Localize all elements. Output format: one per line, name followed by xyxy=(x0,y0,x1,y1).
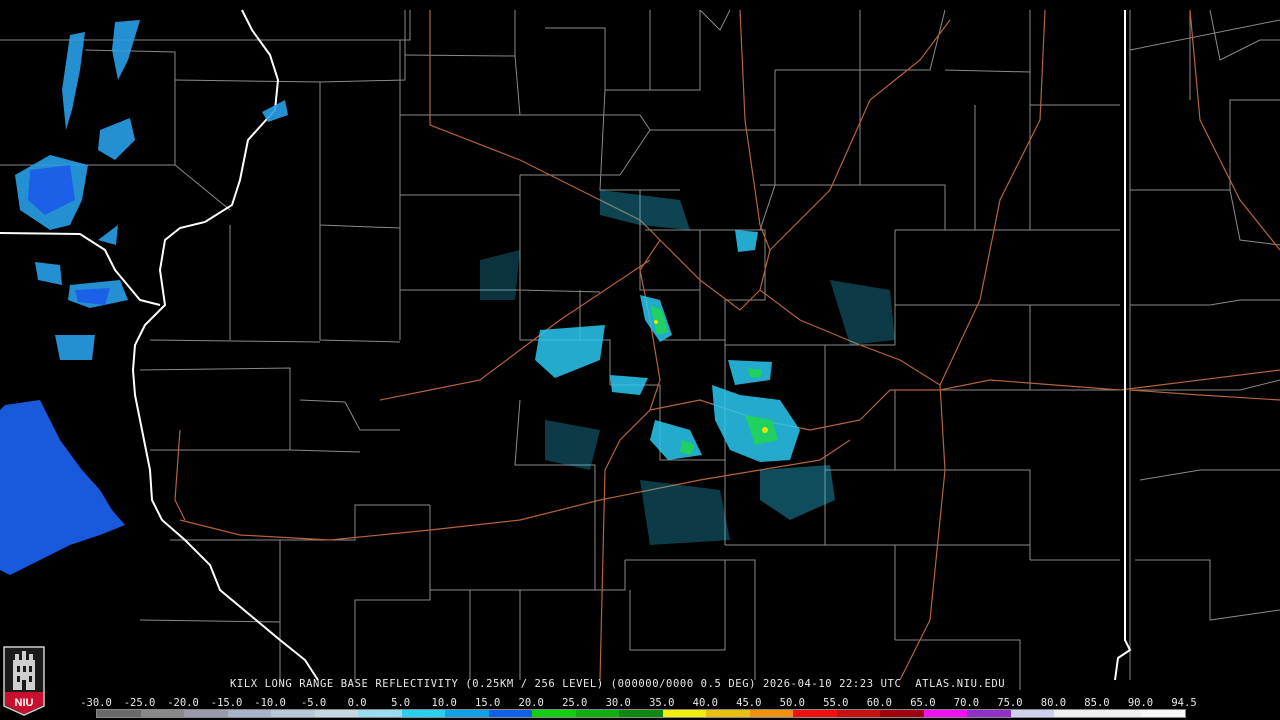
colorbar-label: 5.0 xyxy=(391,697,411,709)
colorbar-label: 45.0 xyxy=(736,697,762,709)
colorbar-label: 50.0 xyxy=(779,697,805,709)
colorbar-label: -15.0 xyxy=(210,697,243,709)
colorbar-segment xyxy=(532,710,576,717)
logo-text: NIU xyxy=(15,697,34,709)
colorbar-label: -20.0 xyxy=(167,697,199,709)
colorbar-segment xyxy=(836,710,881,717)
colorbar-label: -30.0 xyxy=(80,697,112,709)
colorbar-segment xyxy=(401,710,446,717)
colorbar-label: 85.0 xyxy=(1084,697,1110,709)
colorbar-segment xyxy=(575,710,620,717)
colorbar-segment xyxy=(488,710,533,717)
radar-map xyxy=(0,9,1280,690)
colorbar-segment xyxy=(706,710,750,717)
colorbar-label: 10.0 xyxy=(431,697,457,709)
colorbar-label: 30.0 xyxy=(605,697,631,709)
colorbar-segment xyxy=(445,710,489,717)
colorbar-segment xyxy=(227,710,272,717)
colorbar-label: 94.5 xyxy=(1171,697,1197,709)
colorbar-label: 70.0 xyxy=(953,697,980,709)
colorbar-segment xyxy=(967,710,1011,717)
colorbar-label: -25.0 xyxy=(123,697,156,709)
radar-echoes xyxy=(0,20,895,575)
colorbar-label: -5.0 xyxy=(300,697,327,709)
colorbar-label: 80.0 xyxy=(1040,697,1067,709)
colorbar-segment xyxy=(1010,710,1055,717)
colorbar-segment xyxy=(97,710,141,717)
colorbar-label: 25.0 xyxy=(562,697,588,709)
colorbar-label: 35.0 xyxy=(649,697,675,709)
colorbar-labels: -30.0 -25.0 -20.0 -15.0 -10.0 -5.0 0.0 5.0 10.0 1… xyxy=(80,697,1197,709)
colorbar-segment xyxy=(1141,710,1185,717)
colorbar-label: 55.0 xyxy=(823,697,849,709)
colorbar-segment xyxy=(358,710,402,717)
colorbar-segment xyxy=(619,710,663,717)
colorbar-segment xyxy=(923,710,968,717)
county-borders xyxy=(0,9,1280,690)
colorbar-label: 75.0 xyxy=(997,697,1023,709)
colorbar-label: 90.0 xyxy=(1127,697,1154,709)
colorbar-segment xyxy=(140,710,185,717)
colorbar-label: 60.0 xyxy=(866,697,893,709)
colorbar-segment xyxy=(793,710,837,717)
colorbar-label: 0.0 xyxy=(347,697,367,709)
colorbar-segment xyxy=(662,710,707,717)
colorbar-segment xyxy=(880,710,924,717)
colorbar-label: -10.0 xyxy=(254,697,286,709)
colorbar-label: 20.0 xyxy=(518,697,544,709)
colorbar-label: 65.0 xyxy=(910,697,936,709)
colorbar-label: 15.0 xyxy=(475,697,501,709)
reflectivity-colorbar xyxy=(96,709,1186,718)
colorbar-segment xyxy=(1054,710,1098,717)
product-caption: KILX LONG RANGE BASE REFLECTIVITY (0.25K… xyxy=(230,678,1006,690)
niu-logo: NIU xyxy=(3,646,45,716)
colorbar-segment xyxy=(184,710,228,717)
colorbar-segment xyxy=(1097,710,1142,717)
colorbar-label: 40.0 xyxy=(692,697,718,709)
colorbar-segment xyxy=(749,710,794,717)
colorbar-segment xyxy=(271,710,315,717)
colorbar-segment xyxy=(314,710,359,717)
